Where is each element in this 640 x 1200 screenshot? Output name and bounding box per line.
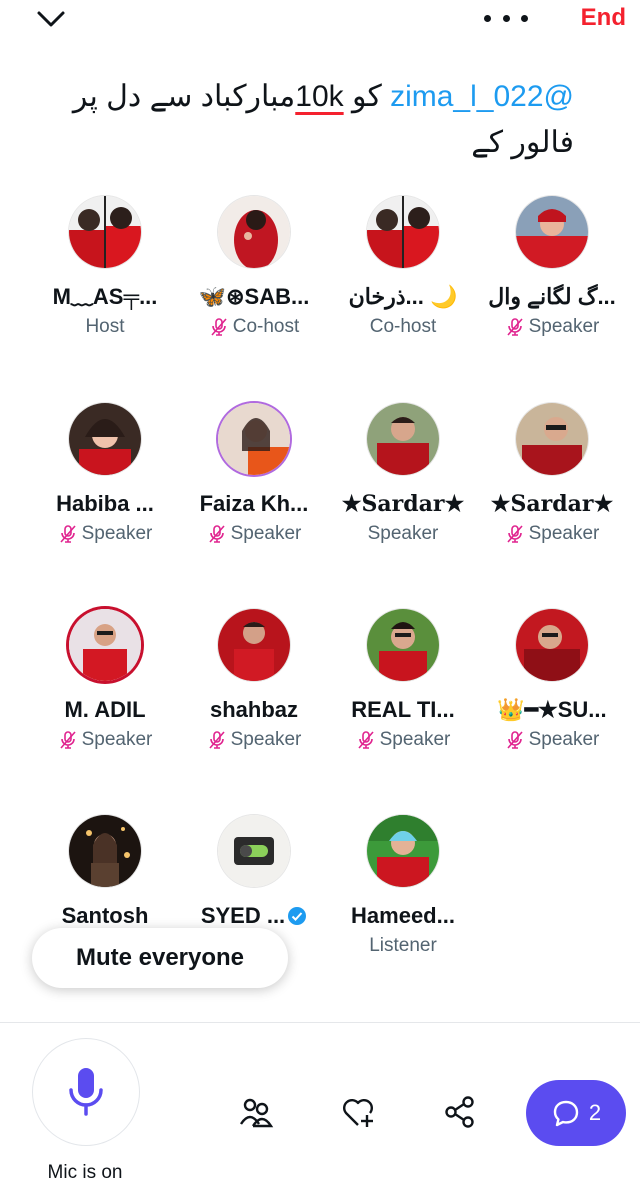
- participant-name: ★Sardar★: [490, 491, 614, 517]
- mic-off-icon: [209, 525, 225, 543]
- participant-name: M﹏AS╤...: [52, 284, 158, 309]
- participant[interactable]: ★Sardar★ Speaker: [328, 403, 478, 545]
- participant-role: Speaker: [30, 523, 180, 545]
- title-mid: کو: [343, 80, 391, 113]
- title-mention[interactable]: @zima_l_022: [390, 80, 574, 113]
- participant-role: Speaker: [179, 729, 329, 751]
- share-icon[interactable]: [440, 1092, 480, 1132]
- mic-off-icon: [209, 731, 225, 749]
- participant[interactable]: Faiza Kh... Speaker: [179, 403, 329, 545]
- more-options-icon[interactable]: [484, 8, 528, 28]
- avatar: [516, 196, 588, 268]
- avatar: [69, 815, 141, 887]
- mic-off-icon: [211, 318, 227, 336]
- participant-role: Co-host: [179, 316, 329, 338]
- people-icon[interactable]: [236, 1092, 276, 1132]
- participant[interactable]: ★Sardar★ Speaker: [477, 403, 627, 545]
- verified-badge-icon: [288, 907, 307, 925]
- participant-name: SYED ...: [179, 903, 329, 929]
- avatar: [367, 403, 439, 475]
- participant[interactable]: REAL TI... Speaker: [328, 609, 478, 751]
- end-button[interactable]: End: [581, 4, 626, 32]
- participant-name: REAL TI...: [351, 697, 455, 722]
- participant-name: M. ADIL: [64, 697, 146, 722]
- participant-name: گ لگانے وال...: [488, 284, 616, 309]
- avatar: [367, 815, 439, 887]
- avatar: [367, 609, 439, 681]
- participant-name: Hameed...: [351, 903, 455, 928]
- avatar: [516, 609, 588, 681]
- avatar: [516, 403, 588, 475]
- chat-button[interactable]: 2: [526, 1080, 626, 1146]
- participant-role: Speaker: [367, 523, 439, 544]
- participant-name: shahbaz: [209, 697, 299, 722]
- participant-name: Faiza Kh...: [199, 491, 309, 516]
- participant-name: 🦋⊛SAB...: [198, 284, 310, 309]
- mic-off-icon: [60, 525, 76, 543]
- microphone-icon: [69, 1068, 103, 1116]
- mic-status-label: Mic is on: [47, 1162, 123, 1183]
- avatar: [218, 196, 290, 268]
- chat-bubble-icon: [553, 1100, 579, 1127]
- participant[interactable]: M﹏AS╤... Host: [30, 196, 180, 338]
- mic-off-icon: [507, 318, 523, 336]
- participant-name: 👑━★SU...: [497, 697, 607, 722]
- participant-role: Speaker: [477, 316, 627, 338]
- participant[interactable]: 👑━★SU... Speaker: [477, 609, 627, 751]
- participant[interactable]: ذرخان... 🌙 Co-host: [328, 196, 478, 338]
- avatar: [69, 196, 141, 268]
- participant-role: Co-host: [369, 316, 437, 337]
- mic-off-icon: [60, 731, 76, 749]
- participant-role: Speaker: [30, 729, 180, 751]
- avatar: [69, 609, 141, 681]
- mic-off-icon: [507, 525, 523, 543]
- mic-off-icon: [507, 731, 523, 749]
- participant-name: ذرخان... 🌙: [348, 284, 458, 309]
- participant-role: Speaker: [328, 729, 478, 751]
- mute-everyone-button[interactable]: Mute everyone: [32, 928, 288, 988]
- participant[interactable]: Hameed... Listener: [328, 815, 478, 957]
- title-10k: 10k: [295, 80, 344, 113]
- participant[interactable]: Santosh: [30, 815, 180, 929]
- participant-name: Santosh: [61, 903, 149, 928]
- participant[interactable]: SYED ...: [179, 815, 329, 929]
- avatar: [367, 196, 439, 268]
- participant-role: Speaker: [477, 523, 627, 545]
- space-title: @zima_l_022 کو 10kمبارکباد سے دل پر فالو…: [14, 74, 574, 166]
- participant[interactable]: Habiba ... Speaker: [30, 403, 180, 545]
- add-reaction-heart-icon[interactable]: [338, 1092, 378, 1132]
- participant-role: Speaker: [179, 523, 329, 545]
- participant-name: ★Sardar★: [341, 491, 465, 517]
- participant-name: Habiba ...: [56, 491, 154, 516]
- mic-off-icon: [358, 731, 374, 749]
- participant-role: Speaker: [477, 729, 627, 751]
- mic-button[interactable]: [32, 1038, 140, 1146]
- participant[interactable]: گ لگانے وال... Speaker: [477, 196, 627, 338]
- participant[interactable]: shahbaz Speaker: [179, 609, 329, 751]
- avatar: [218, 815, 290, 887]
- participant[interactable]: M. ADIL Speaker: [30, 609, 180, 751]
- top-bar: End: [0, 0, 640, 40]
- divider: [0, 1022, 640, 1023]
- chat-count: 2: [588, 1100, 602, 1125]
- participant-role: Host: [85, 316, 125, 337]
- avatar: [218, 609, 290, 681]
- avatar: [69, 403, 141, 475]
- avatar: [218, 403, 290, 475]
- participant-role: Listener: [369, 935, 437, 956]
- participant[interactable]: 🦋⊛SAB... Co-host: [179, 196, 329, 338]
- chevron-down-icon[interactable]: [36, 8, 66, 30]
